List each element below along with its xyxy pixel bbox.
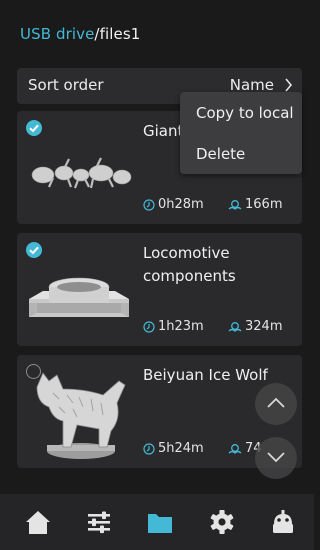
filament-usage-value: 324m bbox=[245, 319, 283, 334]
menu-item-copy-to-local[interactable]: Copy to local bbox=[196, 104, 294, 122]
breadcrumb-current: files1 bbox=[99, 25, 141, 43]
breadcrumb-root[interactable]: USB drive bbox=[20, 25, 94, 43]
filament-icon bbox=[228, 321, 242, 332]
wolf-model-thumbnail bbox=[36, 372, 126, 459]
file-browser-screen: USB drive/files1 Sort order Name Giant 0… bbox=[0, 0, 314, 550]
ring-part-thumbnail bbox=[29, 277, 129, 317]
context-menu: Copy to local Delete bbox=[180, 92, 302, 174]
menu-item-delete[interactable]: Delete bbox=[196, 145, 245, 163]
filament-usage: 324m bbox=[228, 319, 282, 334]
print-time: 0h28m bbox=[143, 197, 204, 212]
file-card[interactable]: Locomotive components 1h23m 324m bbox=[17, 233, 302, 346]
chevron-right-icon bbox=[285, 78, 293, 92]
clock-icon bbox=[143, 198, 155, 211]
print-time-value: 0h28m bbox=[158, 197, 204, 212]
robot-icon[interactable] bbox=[268, 508, 298, 536]
bottom-navigation bbox=[0, 494, 314, 550]
print-time-value: 1h23m bbox=[158, 319, 204, 334]
ant-model-thumbnail bbox=[31, 157, 132, 189]
breadcrumb: USB drive/files1 bbox=[20, 25, 140, 43]
filament-usage-value: 166m bbox=[245, 197, 283, 212]
clock-icon bbox=[143, 320, 155, 333]
print-time: 5h24m bbox=[143, 441, 204, 456]
filament-icon bbox=[228, 443, 242, 454]
home-icon[interactable] bbox=[23, 508, 53, 536]
chevron-up-icon bbox=[267, 397, 285, 408]
chevron-down-icon bbox=[267, 452, 285, 463]
sliders-icon[interactable] bbox=[84, 508, 114, 536]
gear-icon[interactable] bbox=[207, 508, 237, 536]
file-name: Locomotive components bbox=[143, 244, 236, 285]
scroll-down-button[interactable] bbox=[255, 437, 297, 479]
filament-icon bbox=[228, 199, 242, 210]
print-time-value: 5h24m bbox=[158, 441, 204, 456]
folder-icon[interactable] bbox=[145, 508, 175, 536]
filament-usage: 166m bbox=[228, 197, 282, 212]
sort-order-label: Sort order bbox=[28, 76, 104, 94]
clock-icon bbox=[143, 442, 155, 455]
print-time: 1h23m bbox=[143, 319, 204, 334]
scroll-up-button[interactable] bbox=[255, 383, 297, 425]
